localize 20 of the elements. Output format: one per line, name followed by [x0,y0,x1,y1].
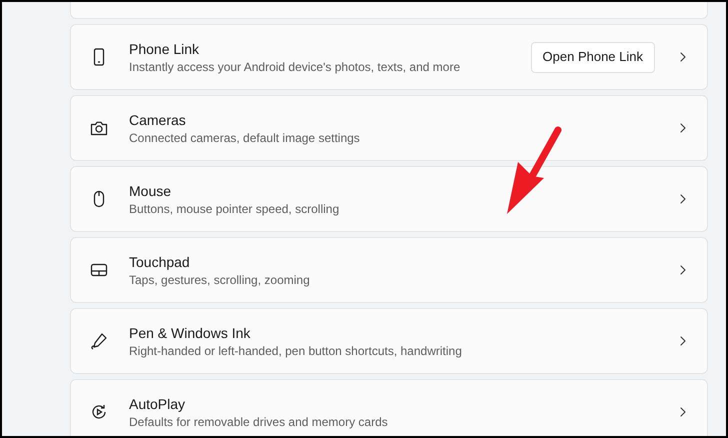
card-title: AutoPlay [129,395,186,414]
card-subtitle: Connected cameras, default image settings [129,130,361,146]
settings-card[interactable]: Cameras Connected cameras, default image settings [70,95,708,161]
card-title: Mouse [129,182,172,201]
settings-card[interactable]: AutoPlay Defaults for removable drives and memory cards [70,379,708,436]
settings-card[interactable]: Pen & Windows Ink Right-handed or left-handed, pen button shortcuts, handwriting [70,308,708,374]
pen-icon [89,331,109,351]
card-title: Touchpad [129,253,191,272]
card-subtitle: Right-handed or left-handed, pen button shortcuts, handwriting [129,343,463,359]
open-button[interactable]: Open Phone Link [530,42,655,72]
card-title: Pen & Windows Ink [129,324,252,343]
card-subtitle: Defaults for removable drives and memory cards [129,414,389,430]
card-title: Phone Link [129,40,200,59]
settings-card[interactable]: Mouse Buttons, mouse pointer speed, scrolling [70,166,708,232]
card-subtitle: Taps, gestures, scrolling, zooming [129,272,311,288]
card-subtitle: Instantly access your Android device's photos, texts, and more [129,59,462,75]
settings-card[interactable]: Phone Link Instantly access your Android device's photos, texts, and more Open Phone Link [70,24,708,90]
settings-card[interactable]: Touchpad Taps, gestures, scrolling, zooming [70,237,708,303]
card-subtitle: Buttons, mouse pointer speed, scrolling [129,201,340,217]
card-title: Cameras [129,111,187,130]
